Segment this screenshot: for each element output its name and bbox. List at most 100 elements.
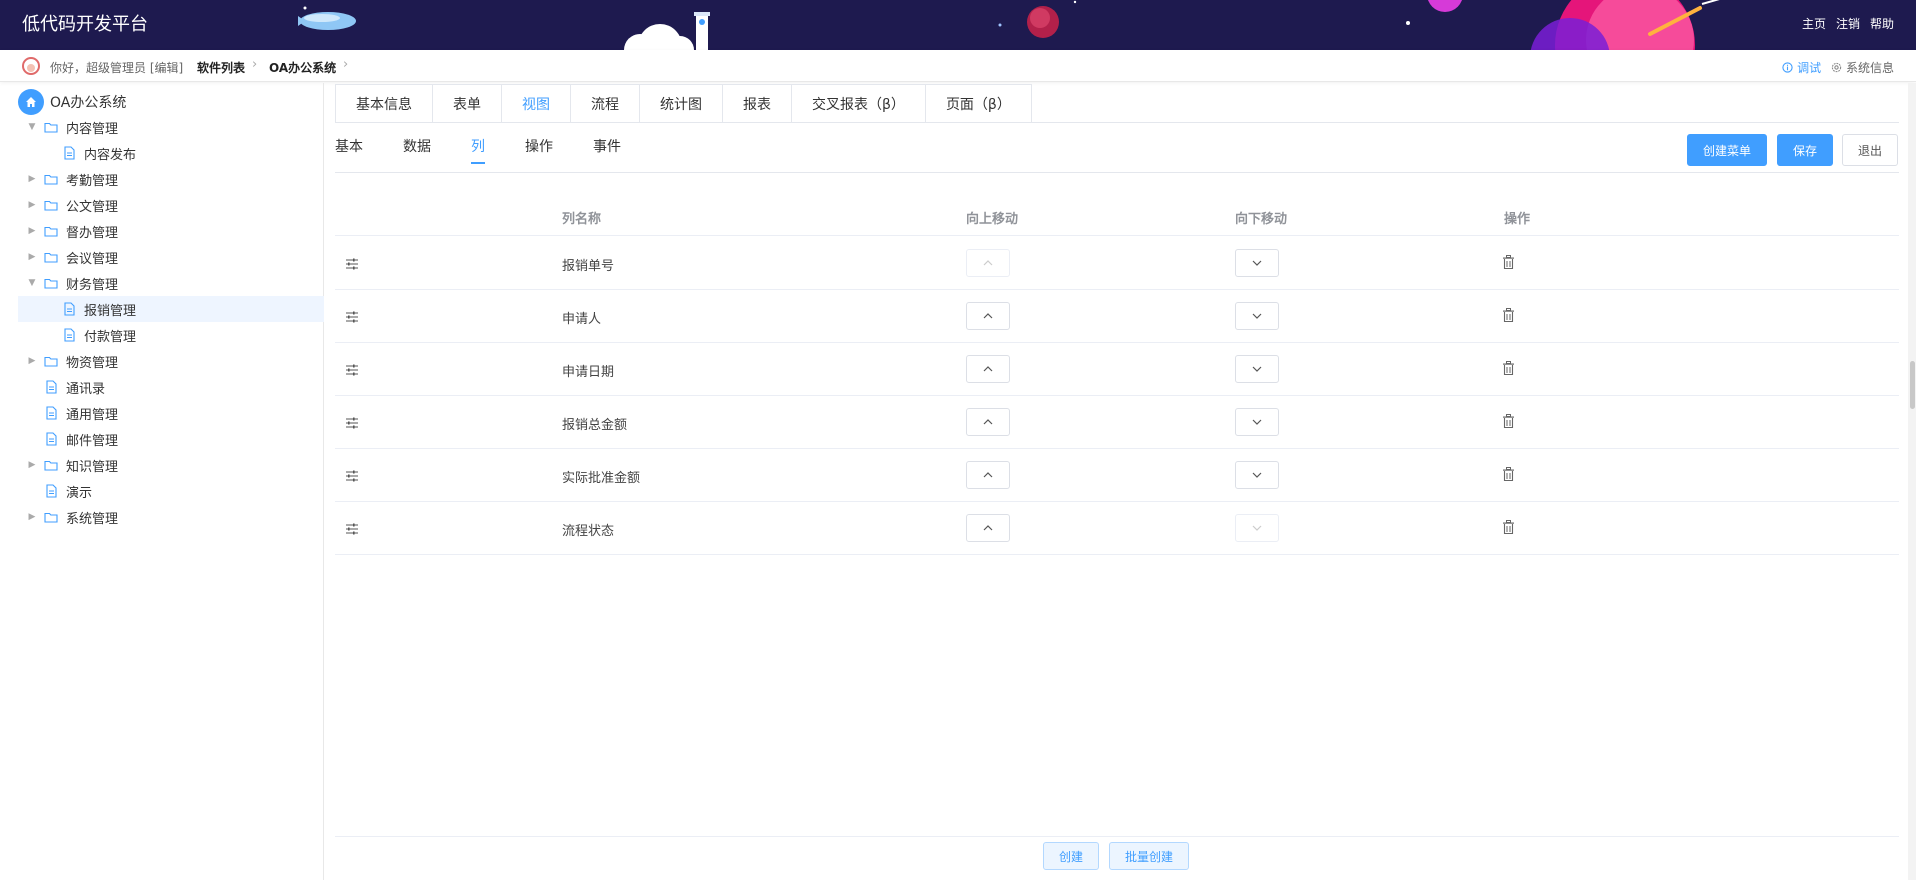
gear-icon — [1831, 62, 1842, 73]
tree-node[interactable]: 报销管理 — [18, 296, 324, 322]
system-info-link[interactable]: 系统信息 — [1831, 59, 1894, 76]
nav-help-link[interactable]: 帮助 — [1870, 15, 1894, 32]
breadcrumb-bar: 你好，超级管理员 [编辑] 软件列表 › OA办公系统 › 调试 系统信息 — [0, 50, 1916, 82]
folder-icon — [44, 510, 58, 524]
tree-node[interactable]: ▶ 知识管理 — [18, 452, 324, 478]
tree-node[interactable]: ▶ 会议管理 — [18, 244, 324, 270]
page-scrollbar[interactable] — [1908, 83, 1916, 880]
col-header-move-up: 向上移动 — [966, 212, 1019, 227]
chevron-down-icon — [1252, 525, 1262, 531]
caret-right-icon[interactable]: ▶ — [26, 460, 38, 470]
subtab-operations[interactable]: 操作 — [525, 136, 553, 172]
delete-icon[interactable] — [1502, 361, 1516, 377]
subtab-columns[interactable]: 列 — [471, 136, 485, 172]
tree-node[interactable]: 演示 — [18, 478, 324, 504]
delete-icon[interactable] — [1502, 308, 1516, 324]
delete-icon[interactable] — [1502, 467, 1516, 483]
folder-icon — [44, 172, 58, 186]
move-up-button[interactable] — [966, 302, 1010, 330]
avatar[interactable] — [22, 57, 40, 75]
exit-button[interactable]: 退出 — [1842, 134, 1898, 166]
drag-handle-icon[interactable] — [345, 521, 359, 535]
chevron-down-icon — [1252, 313, 1262, 319]
tab-form[interactable]: 表单 — [433, 85, 502, 123]
tab-crosstab-report[interactable]: 交叉报表（β） — [792, 85, 926, 123]
move-down-button[interactable] — [1235, 355, 1279, 383]
tree-node[interactable]: ▼ 内容管理 — [18, 114, 324, 140]
table-row: 申请人 — [335, 290, 1899, 343]
tab-statistics-chart[interactable]: 统计图 — [640, 85, 723, 123]
caret-down-icon[interactable]: ▼ — [26, 122, 38, 132]
create-menu-button[interactable]: 创建菜单 — [1687, 134, 1767, 166]
tree-node[interactable]: 付款管理 — [18, 322, 324, 348]
move-up-button[interactable] — [966, 461, 1010, 489]
sub-tabs: 基本 数据 列 操作 事件 — [335, 136, 661, 172]
column-name: 实际批准金额 — [562, 471, 641, 486]
nav-home-link[interactable]: 主页 — [1802, 15, 1826, 32]
tree-root[interactable]: OA办公系统 — [18, 89, 126, 115]
tab-page[interactable]: 页面（β） — [926, 85, 1031, 123]
caret-right-icon[interactable]: ▶ — [26, 356, 38, 366]
caret-right-icon[interactable]: ▶ — [26, 200, 38, 210]
tree-node-label: 报销管理 — [84, 303, 137, 319]
user-greeting[interactable]: 你好，超级管理员 [编辑] — [50, 59, 183, 76]
subtab-basic[interactable]: 基本 — [335, 136, 363, 172]
tree-node[interactable]: 通用管理 — [18, 400, 324, 426]
move-down-button[interactable] — [1235, 249, 1279, 277]
tab-report[interactable]: 报表 — [723, 85, 792, 123]
tab-workflow[interactable]: 流程 — [571, 85, 640, 123]
tree-node[interactable]: ▶ 公文管理 — [18, 192, 324, 218]
delete-icon[interactable] — [1502, 414, 1516, 430]
chevron-up-icon — [983, 260, 993, 266]
tree-node-label: 督办管理 — [66, 225, 119, 241]
tab-view[interactable]: 视图 — [502, 85, 571, 123]
tree-node-label: 付款管理 — [84, 329, 137, 345]
move-down-button[interactable] — [1235, 302, 1279, 330]
drag-handle-icon[interactable] — [345, 256, 359, 270]
subtab-events[interactable]: 事件 — [593, 136, 621, 172]
tree-node[interactable]: ▶ 物资管理 — [18, 348, 324, 374]
table-row: 申请日期 — [335, 343, 1899, 396]
caret-right-icon[interactable]: ▶ — [26, 512, 38, 522]
drag-handle-icon[interactable] — [345, 468, 359, 482]
drag-handle-icon[interactable] — [345, 309, 359, 323]
caret-right-icon[interactable]: ▶ — [26, 174, 38, 184]
document-icon — [62, 302, 76, 316]
scrollbar-thumb[interactable] — [1910, 361, 1915, 409]
nav-logout-link[interactable]: 注销 — [1836, 15, 1860, 32]
delete-icon[interactable] — [1502, 520, 1516, 536]
breadcrumb-software-list[interactable]: 软件列表 — [197, 59, 245, 76]
create-button[interactable]: 创建 — [1043, 842, 1099, 870]
move-up-button[interactable] — [966, 408, 1010, 436]
tree-root-label: OA办公系统 — [50, 95, 127, 111]
caret-down-icon[interactable]: ▼ — [26, 278, 38, 288]
tab-basic-info[interactable]: 基本信息 — [336, 85, 433, 123]
system-info-label: 系统信息 — [1845, 61, 1894, 75]
chevron-up-icon — [983, 472, 993, 478]
table-row: 报销总金额 — [335, 396, 1899, 449]
debug-link[interactable]: 调试 — [1782, 59, 1821, 76]
caret-right-icon[interactable]: ▶ — [26, 226, 38, 236]
save-button[interactable]: 保存 — [1777, 134, 1833, 166]
tree-node-label: 系统管理 — [66, 511, 119, 527]
subtab-data[interactable]: 数据 — [403, 136, 431, 172]
drag-handle-icon[interactable] — [345, 415, 359, 429]
tree-node-label: 会议管理 — [66, 251, 119, 267]
caret-right-icon[interactable]: ▶ — [26, 252, 38, 262]
tree-node[interactable]: 通讯录 — [18, 374, 324, 400]
folder-icon — [44, 276, 58, 290]
drag-handle-icon[interactable] — [345, 362, 359, 376]
move-up-button[interactable] — [966, 355, 1010, 383]
move-up-button[interactable] — [966, 514, 1010, 542]
delete-icon[interactable] — [1502, 255, 1516, 271]
tree-node[interactable]: ▶ 督办管理 — [18, 218, 324, 244]
tree-node[interactable]: 邮件管理 — [18, 426, 324, 452]
batch-create-button[interactable]: 批量创建 — [1109, 842, 1189, 870]
tree-node[interactable]: 内容发布 — [18, 140, 324, 166]
move-down-button[interactable] — [1235, 461, 1279, 489]
tree-node[interactable]: ▶ 考勤管理 — [18, 166, 324, 192]
breadcrumb-oa-system[interactable]: OA办公系统 — [269, 59, 336, 76]
move-down-button[interactable] — [1235, 408, 1279, 436]
tree-node[interactable]: ▼ 财务管理 — [18, 270, 324, 296]
tree-node[interactable]: ▶ 系统管理 — [18, 504, 324, 530]
